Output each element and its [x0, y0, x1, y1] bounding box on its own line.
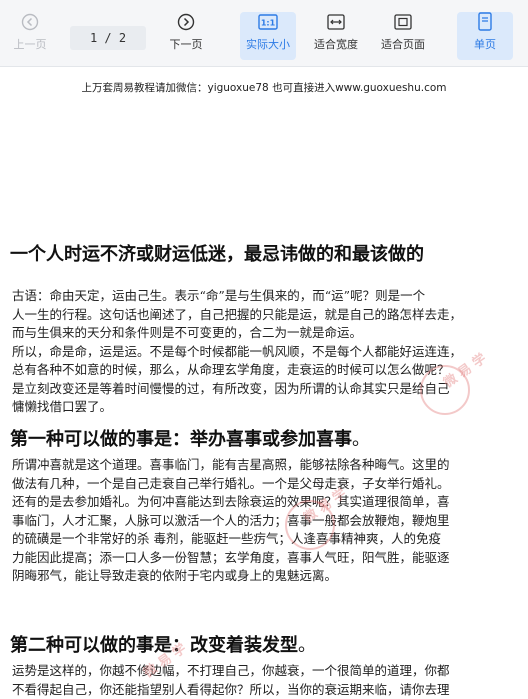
chevron-right-circle-icon	[177, 12, 195, 32]
section1-heading-suffix: 。	[352, 429, 370, 450]
text-line: 所以，命是命，运是运。不是每个时候都能一帆风顺，不是每个人都能好运连连，	[12, 343, 520, 362]
section1-heading: 第一种可以做的事是：举办喜事或参加喜事。	[10, 425, 370, 451]
single-page-label: 单页	[474, 36, 496, 52]
intro-paragraph: 古语：命由天定，运由己生。表示“命”是与生俱来的，而“运”呢？则是一个 人一生的…	[12, 287, 520, 417]
text-line: 是立刻改变还是等着时间慢慢的过，有所改变，因为所谓的认命其实只是给自己	[12, 380, 520, 399]
text-line: 所谓冲喜就是这个道理。喜事临门，能有吉星高照，能够祛除各种晦气。这里的	[12, 456, 520, 475]
single-page-button[interactable]: 单页	[457, 12, 513, 60]
text-line: 还有的是去参加婚礼。为何冲喜能达到去除衰运的效果呢？其实道理很简单，喜	[12, 493, 520, 512]
section2-heading-text: 第二种可以做的事是：改变着装发型	[10, 635, 298, 656]
text-line: 做法有几种，一个是自己走衰自己举行婚礼。一个是父母走衰，子女举行婚礼。	[12, 475, 520, 494]
svg-text:1:1: 1:1	[261, 19, 276, 28]
fit-width-button[interactable]: 适合宽度	[308, 12, 364, 60]
fit-page-label: 适合页面	[381, 36, 425, 52]
text-line: 不看得起自己，你还能指望别人看得起你？所以，当你的衰运期来临，请你去理	[12, 681, 520, 699]
page-header-note: 上万套周易教程请加微信：yiguoxue78 也可直接进入www.guoxues…	[0, 80, 528, 95]
text-line: 事临门，人才汇聚，人脉可以激活一个人的活力；喜事一般都会放鞭炮，鞭炮里	[12, 512, 520, 531]
actual-size-label: 实际大小	[246, 36, 290, 52]
actual-size-button[interactable]: 1:1 实际大小	[240, 12, 296, 60]
actual-size-icon: 1:1	[258, 12, 278, 32]
text-line: 古语：命由天定，运由己生。表示“命”是与生俱来的，而“运”呢？则是一个	[12, 287, 520, 306]
section2-heading-suffix: 。	[298, 635, 316, 656]
page-indicator: 1 / 2	[90, 31, 126, 45]
text-line: 力能因此提高；添一口人多一份智慧；玄学角度，喜事人气旺，阳气胜，能驱逐	[12, 549, 520, 568]
section2-paragraph: 运势是这样的，你越不修边幅，不打理自己，你越衰，一个很简单的道理，你都 不看得起…	[12, 662, 520, 699]
section2-heading: 第二种可以做的事是：改变着装发型。	[10, 631, 316, 657]
prev-page-button[interactable]: 上一页	[2, 12, 58, 60]
fit-width-icon	[327, 12, 345, 32]
next-page-button[interactable]: 下一页	[158, 12, 214, 60]
document-title: 一个人时运不济或财运低迷，最忌讳做的和最该做的	[10, 240, 424, 266]
text-line: 阴晦邪气，能让导致走衰的依附于宅内或身上的鬼魅远离。	[12, 567, 520, 586]
chevron-left-circle-icon	[21, 12, 39, 32]
section1-heading-text: 第一种可以做的事是：举办喜事或参加喜事	[10, 429, 352, 450]
viewer-toolbar: 上一页 1 / 2 下一页 1:1 实际大小 适合宽度 适合页面 单页	[0, 0, 528, 67]
next-page-label: 下一页	[170, 36, 203, 52]
fit-page-button[interactable]: 适合页面	[375, 12, 431, 60]
text-line: 总有各种不如意的时候，那么，从命理玄学角度，走衰运的时候可以怎么做呢？	[12, 361, 520, 380]
single-page-icon	[477, 12, 493, 32]
text-line: 慵懒找借口罢了。	[12, 398, 520, 417]
prev-page-label: 上一页	[14, 36, 47, 52]
fit-width-label: 适合宽度	[314, 36, 358, 52]
fit-page-icon	[394, 12, 412, 32]
text-line: 而与生俱来的天分和条件则是不可变更的，合二为一就是命运。	[12, 324, 520, 343]
text-line: 运势是这样的，你越不修边幅，不打理自己，你越衰，一个很简单的道理，你都	[12, 662, 520, 681]
section1-paragraph: 所谓冲喜就是这个道理。喜事临门，能有吉星高照，能够祛除各种晦气。这里的 做法有几…	[12, 456, 520, 586]
text-line: 的硫磺是一个非常好的杀 毒剂，能驱赶一些疠气；人逢喜事精神爽，人的免疫	[12, 530, 520, 549]
page-number-input[interactable]: 1 / 2	[70, 26, 146, 50]
text-line: 人一生的行程。这句话也阐述了，自己把握的只能是运，就是自己的路怎样去走，	[12, 306, 520, 325]
